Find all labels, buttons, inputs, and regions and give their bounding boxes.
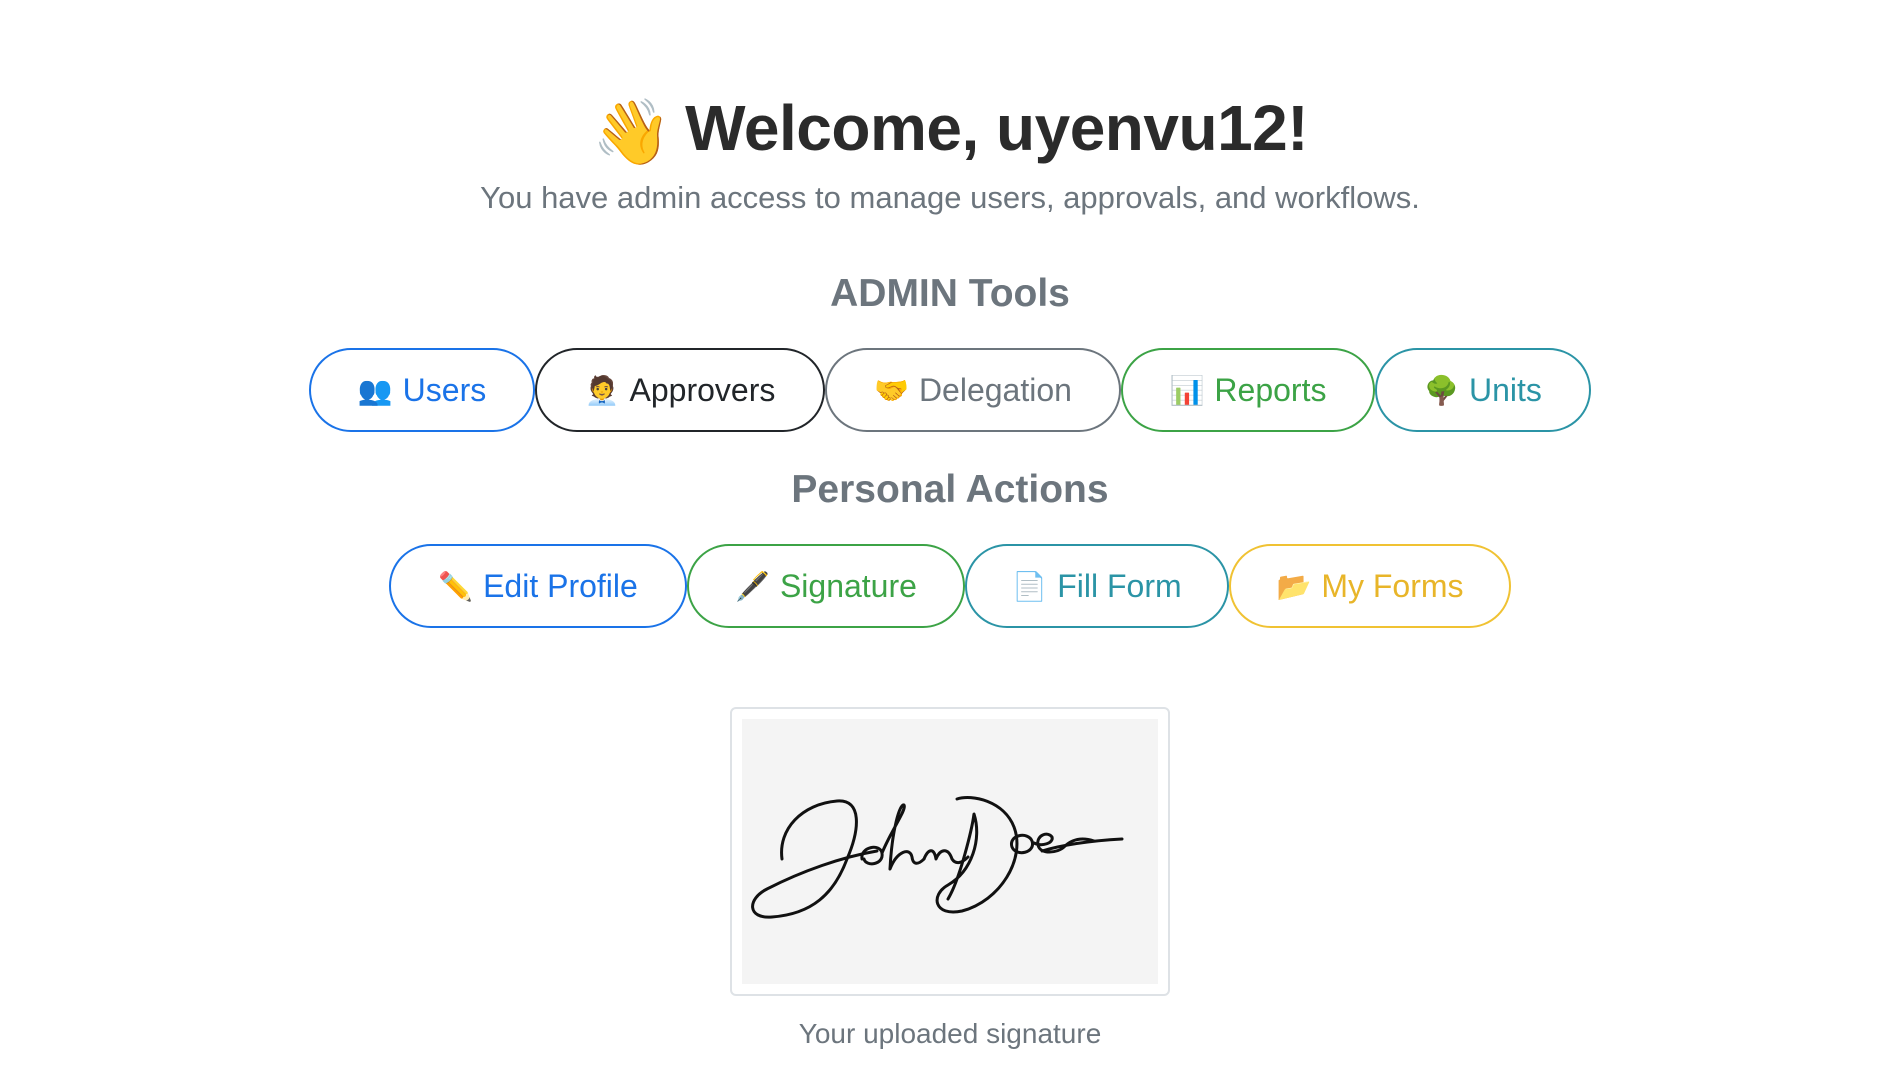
signature-button[interactable]: 🖋️ Signature bbox=[687, 544, 965, 628]
folder-icon: 📂 bbox=[1276, 570, 1312, 602]
signature-image bbox=[742, 719, 1158, 984]
pencil-icon: ✏️ bbox=[438, 570, 474, 602]
units-button[interactable]: 🌳 Units bbox=[1375, 348, 1591, 432]
users-button-label: Users bbox=[402, 371, 487, 408]
edit-profile-button[interactable]: ✏️ Edit Profile bbox=[389, 544, 687, 628]
users-icon: 👥 bbox=[357, 374, 393, 406]
fill-form-button[interactable]: 📄 Fill Form bbox=[965, 544, 1229, 628]
handshake-icon: 🤝 bbox=[874, 374, 909, 406]
signature-button-label: Signature bbox=[779, 567, 917, 604]
delegation-button[interactable]: 🤝 Delegation bbox=[825, 348, 1121, 432]
units-button-label: Units bbox=[1468, 371, 1542, 408]
approver-icon: 🧑‍💼 bbox=[584, 374, 620, 406]
signature-card bbox=[730, 707, 1170, 996]
bar-chart-icon: 📊 bbox=[1169, 374, 1205, 406]
reports-button-label: Reports bbox=[1214, 371, 1327, 408]
welcome-text: Welcome, uyenvu12! bbox=[685, 92, 1309, 164]
fill-form-button-label: Fill Form bbox=[1057, 567, 1182, 604]
approvers-button-label: Approvers bbox=[629, 371, 776, 408]
waving-hand-icon: 👋 bbox=[591, 96, 672, 168]
welcome-subtitle: You have admin access to manage users, a… bbox=[480, 180, 1420, 215]
users-button[interactable]: 👥 Users bbox=[309, 348, 535, 432]
welcome-heading: 👋 Welcome, uyenvu12! bbox=[0, 88, 1900, 172]
delegation-button-label: Delegation bbox=[918, 371, 1072, 408]
document-icon: 📄 bbox=[1012, 570, 1048, 602]
signature-caption: Your uploaded signature bbox=[798, 1018, 1102, 1049]
approvers-button[interactable]: 🧑‍💼 Approvers bbox=[535, 348, 825, 432]
pen-icon: 🖋️ bbox=[735, 570, 770, 602]
dashboard-page: 👋 Welcome, uyenvu12! You have admin acces… bbox=[0, 0, 1900, 1072]
personal-actions-buttons: ✏️ Edit Profile 🖋️ Signature 📄 Fill Form… bbox=[0, 544, 1900, 628]
my-forms-button-label: My Forms bbox=[1321, 567, 1464, 604]
edit-profile-button-label: Edit Profile bbox=[483, 567, 638, 604]
personal-actions-title: Personal Actions bbox=[791, 468, 1109, 511]
reports-button[interactable]: 📊 Reports bbox=[1121, 348, 1375, 432]
admin-tools-buttons: 👥 Users 🧑‍💼 Approvers 🤝 Delegation 📊 Rep… bbox=[0, 348, 1900, 432]
my-forms-button[interactable]: 📂 My Forms bbox=[1229, 544, 1511, 628]
tree-icon: 🌳 bbox=[1424, 374, 1459, 406]
admin-tools-title: ADMIN Tools bbox=[830, 272, 1070, 315]
handwritten-signature bbox=[751, 796, 1124, 919]
